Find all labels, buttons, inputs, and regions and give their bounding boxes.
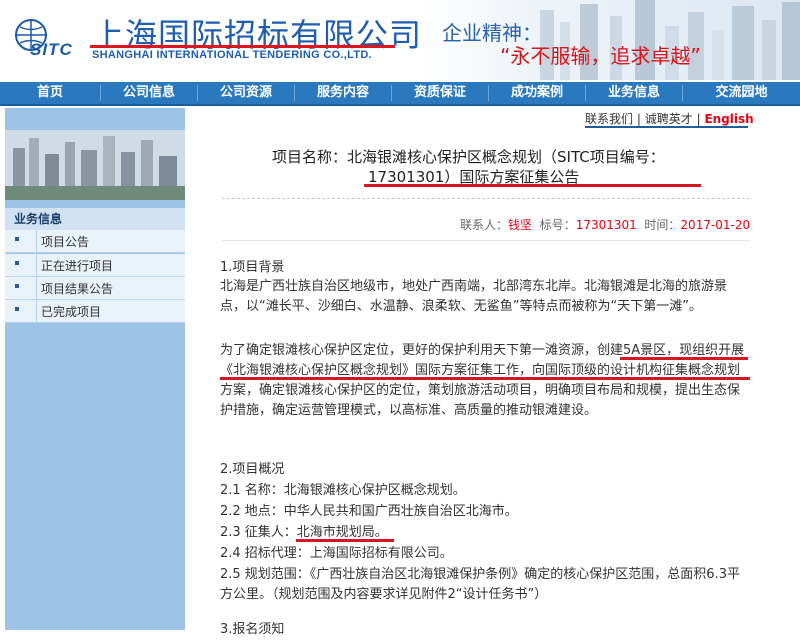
nav-item-home[interactable]: 首页	[0, 82, 100, 104]
sidebar-item-label: 项目结果公告	[41, 282, 114, 296]
contact-label: 联系人：	[460, 218, 509, 232]
section1-paragraph2: 为了确定银滩核心保护区定位，更好的保护利用天下第一滩资源，创建5A景区，现组织开…	[220, 343, 745, 418]
nav-item-business-info[interactable]: 业务信息	[586, 82, 682, 104]
logo-text: SITC	[30, 40, 73, 59]
sidebar-item-label: 正在进行项目	[41, 259, 114, 273]
sidebar-item-completed-projects[interactable]: 已完成项目	[5, 300, 185, 323]
time-value: 2017-01-20	[680, 218, 751, 232]
sidebar-city-photo	[5, 130, 185, 200]
section2-item: 2.5 规划范围：《广西壮族自治区北海银滩保护条例》确定的核心保护区范围，总面积…	[220, 567, 740, 602]
sidebar-title: 业务信息	[14, 212, 63, 226]
number-label: 标号：	[539, 218, 576, 232]
nav-item-forum[interactable]: 交流园地	[683, 82, 800, 104]
bullet-icon	[15, 284, 19, 288]
article-meta: 联系人：钱坚 标号：17301301 时间：2017-01-20	[460, 216, 750, 233]
sidebar-divider	[36, 300, 37, 322]
top-links: 联系我们 | 诚聘英才 | English	[585, 110, 754, 127]
section2-heading: 2.项目概况	[220, 462, 285, 477]
section3-heading: 3.报名须知	[220, 622, 285, 637]
section1-paragraph1: 北海是广西壮族自治区地级市，地处广西南端，北部湾东北岸。北海银滩是北海的旅游景点…	[220, 279, 728, 314]
nav-item-services[interactable]: 服务内容	[295, 82, 391, 104]
sidebar-divider	[36, 230, 37, 252]
number-value: 17301301	[575, 218, 637, 232]
article-title-line1: 项目名称：北海银滩核心保护区概念规划（SITC项目编号：	[272, 148, 665, 166]
nav-item-qualifications[interactable]: 资质保证	[392, 82, 488, 104]
careers-link[interactable]: 诚聘英才	[645, 112, 693, 126]
annotation-underline	[364, 184, 701, 187]
english-link[interactable]: English	[704, 112, 753, 126]
sidebar-item-label: 项目公告	[41, 235, 90, 249]
sidebar-item-project-announcement[interactable]: 项目公告	[5, 230, 185, 253]
annotation-underline	[620, 357, 748, 360]
link-separator: |	[636, 112, 641, 126]
nav-item-success-cases[interactable]: 成功案例	[489, 82, 585, 104]
bullet-icon	[15, 307, 19, 311]
section1-heading: 1.项目背景	[220, 260, 285, 275]
annotation-underline	[90, 45, 395, 48]
nav-item-company-resources[interactable]: 公司资源	[198, 82, 294, 104]
main-nav: 首页 公司信息 公司资源 服务内容 资质保证 成功案例 业务信息 交流园地	[0, 82, 800, 106]
annotation-underline	[296, 539, 394, 542]
bullet-icon	[15, 261, 19, 265]
section2-item: 2.4 招标代理：上海国际招标有限公司。	[220, 546, 453, 561]
annotation-underline	[220, 377, 750, 380]
time-label: 时间：	[644, 218, 681, 232]
section2-item: 2.1 名称：北海银滩核心保护区概念规划。	[220, 483, 466, 498]
sidebar-item-result-announcement[interactable]: 项目结果公告	[5, 277, 185, 300]
title-divider	[222, 198, 750, 200]
contact-value: 钱坚	[508, 218, 533, 232]
top-links-divider	[585, 126, 748, 128]
sidebar-divider	[36, 254, 37, 276]
contact-us-link[interactable]: 联系我们	[585, 112, 633, 126]
link-separator: |	[696, 112, 701, 126]
slogan-text: “永不服输，追求卓越”	[500, 44, 701, 68]
section2-item: 2.2 地点：中华人民共和国广西壮族自治区北海市。	[220, 504, 518, 519]
sidebar-item-ongoing-projects[interactable]: 正在进行项目	[5, 254, 185, 277]
sidebar-item-label: 已完成项目	[41, 305, 102, 319]
bullet-icon	[15, 237, 19, 241]
nav-item-company-info[interactable]: 公司信息	[101, 82, 197, 104]
meta-divider	[222, 240, 750, 241]
sidebar-divider	[36, 277, 37, 299]
company-name-en: SHANGHAI INTERNATIONAL TENDERING CO.,LTD…	[92, 49, 372, 61]
